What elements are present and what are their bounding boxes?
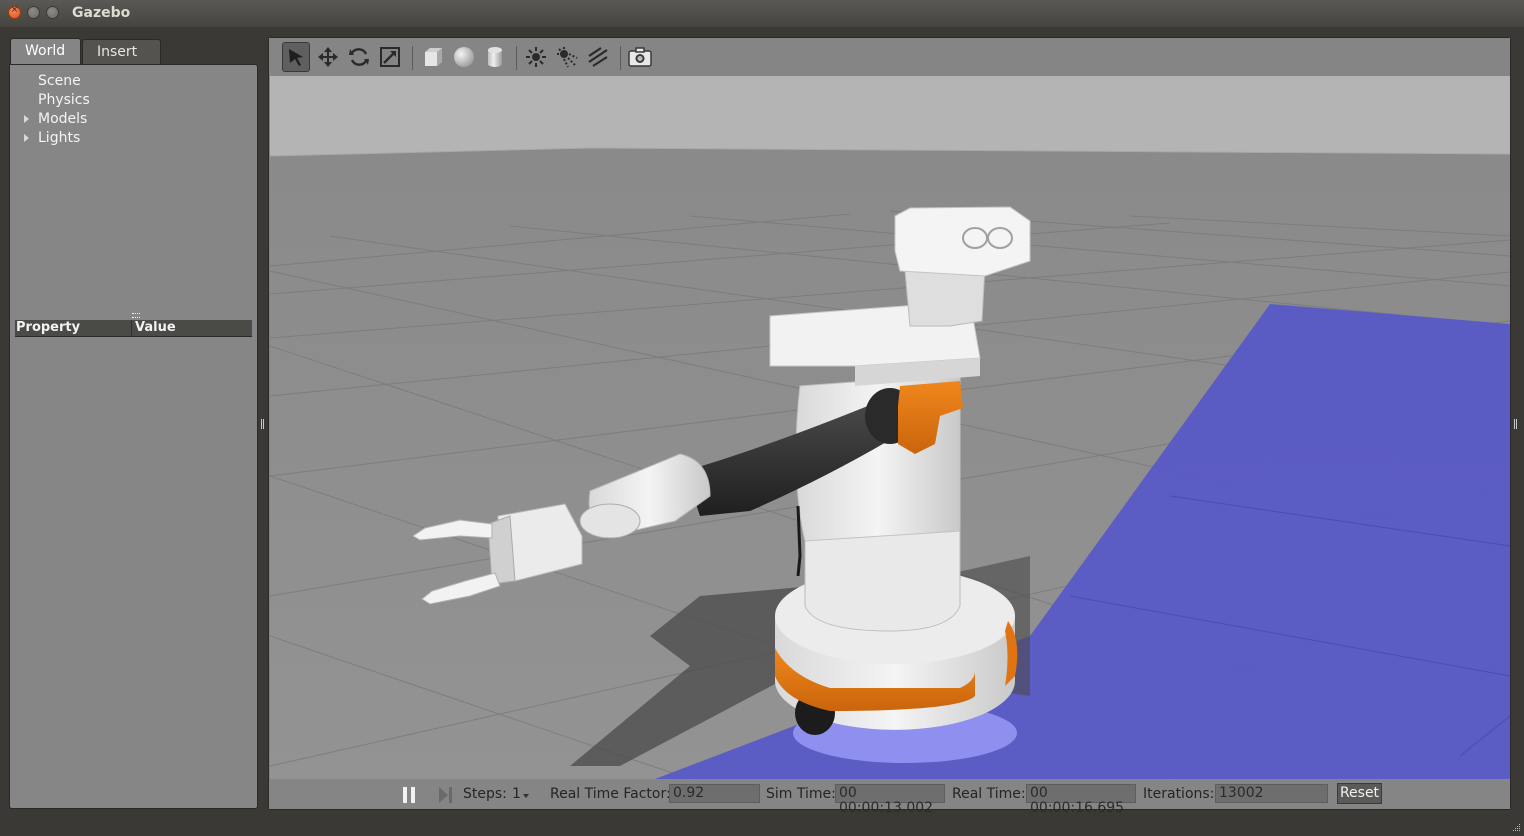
real-time-field: 00 00:00:16.695 [1026, 784, 1136, 816]
toolbar-separator [620, 46, 621, 70]
real-time-factor-label: Real Time Factor: [550, 786, 671, 802]
real-time-label: Real Time: [952, 786, 1026, 802]
render-panel: Steps: 1 Real Time Factor: 0.92 Sim Time… [268, 37, 1511, 816]
title-bar: × Gazebo [0, 0, 1524, 28]
box-shape-icon[interactable] [419, 42, 447, 72]
spot-light-icon[interactable] [553, 42, 581, 72]
select-arrow-icon[interactable] [282, 42, 310, 72]
point-light-icon[interactable] [522, 42, 550, 72]
tab-world[interactable]: World [10, 38, 81, 64]
property-table-header: Property Value [15, 320, 252, 337]
tree-item-models[interactable]: Models [38, 111, 87, 127]
sphere-shape-icon[interactable] [450, 42, 478, 72]
reset-button[interactable]: Reset [1337, 783, 1382, 804]
expand-lights-icon[interactable] [24, 134, 29, 142]
3d-viewport[interactable] [270, 76, 1510, 779]
directional-light-icon[interactable] [584, 42, 612, 72]
iterations-field: 13002 [1215, 784, 1328, 803]
tree-item-scene[interactable]: Scene [38, 73, 81, 89]
tree-item-physics[interactable]: Physics [38, 92, 90, 108]
steps-spinbox[interactable]: 1 [512, 786, 521, 802]
step-forward-icon[interactable] [437, 786, 455, 808]
scene-render[interactable] [270, 76, 1510, 779]
expand-models-icon[interactable] [24, 115, 29, 123]
toolbar-separator [412, 46, 413, 70]
pause-icon[interactable] [402, 786, 418, 808]
screenshot-camera-icon[interactable] [626, 42, 654, 72]
real-time-factor-field: 0.92 [669, 784, 760, 803]
status-bar: Steps: 1 Real Time Factor: 0.92 Sim Time… [269, 779, 1510, 816]
steps-label: Steps: [463, 786, 507, 802]
scale-icon[interactable] [376, 42, 404, 72]
panel-splitter-handle[interactable] [132, 313, 140, 318]
minimize-window-button[interactable] [27, 6, 40, 19]
value-column-header[interactable]: Value [135, 320, 176, 335]
iterations-label: Iterations: [1143, 786, 1215, 802]
cylinder-shape-icon[interactable] [481, 42, 509, 72]
left-splitter-grip[interactable] [261, 419, 264, 429]
sim-time-label: Sim Time: [766, 786, 836, 802]
translate-icon[interactable] [314, 42, 342, 72]
render-toolbar [269, 38, 1510, 76]
steps-down-arrow-icon[interactable] [523, 794, 529, 798]
world-panel: Scene Physics Models Lights Property Val… [9, 64, 258, 809]
tree-item-lights[interactable]: Lights [38, 130, 80, 146]
sim-time-field: 00 00:00:13.002 [835, 784, 945, 816]
property-column-header[interactable]: Property [16, 320, 80, 335]
window-resize-grip-icon[interactable] [1511, 821, 1521, 831]
close-window-button[interactable]: × [8, 5, 21, 19]
maximize-window-button[interactable] [46, 6, 59, 19]
toolbar-separator [516, 46, 517, 70]
column-divider[interactable] [131, 320, 132, 336]
window-title: Gazebo [72, 5, 131, 21]
right-splitter-grip[interactable] [1514, 419, 1517, 429]
rotate-icon[interactable] [345, 42, 373, 72]
tab-insert[interactable]: Insert [82, 39, 161, 65]
